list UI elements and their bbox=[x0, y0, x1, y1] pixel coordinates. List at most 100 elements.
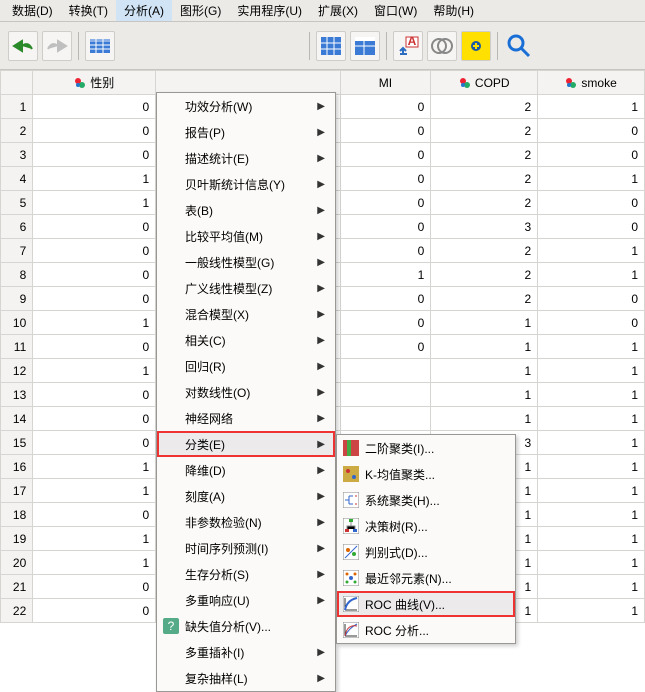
cell[interactable]: 1 bbox=[33, 527, 156, 551]
cell[interactable]: 0 bbox=[340, 95, 431, 119]
cell[interactable]: 3 bbox=[431, 215, 538, 239]
cell[interactable]: 1 bbox=[431, 311, 538, 335]
cell[interactable]: 0 bbox=[33, 239, 156, 263]
menu-item[interactable]: 表(B)▶ bbox=[157, 197, 335, 223]
cell[interactable]: 2 bbox=[431, 191, 538, 215]
cell[interactable]: 1 bbox=[33, 551, 156, 575]
row-header[interactable]: 8 bbox=[1, 263, 33, 287]
cell[interactable]: 1 bbox=[33, 191, 156, 215]
row-header[interactable]: 17 bbox=[1, 479, 33, 503]
menu-item[interactable]: 报告(P)▶ bbox=[157, 119, 335, 145]
row-header[interactable]: 2 bbox=[1, 119, 33, 143]
cell[interactable]: 2 bbox=[431, 287, 538, 311]
row-header[interactable]: 14 bbox=[1, 407, 33, 431]
cell[interactable]: 1 bbox=[33, 479, 156, 503]
row-header[interactable]: 21 bbox=[1, 575, 33, 599]
cell[interactable]: 0 bbox=[33, 503, 156, 527]
cell[interactable]: 0 bbox=[340, 239, 431, 263]
undo-button[interactable] bbox=[8, 31, 38, 61]
row-header[interactable]: 15 bbox=[1, 431, 33, 455]
menu-item[interactable]: 多重响应(U)▶ bbox=[157, 587, 335, 613]
cell[interactable]: 0 bbox=[538, 191, 645, 215]
cell[interactable]: 0 bbox=[33, 575, 156, 599]
cell[interactable]: 1 bbox=[538, 431, 645, 455]
cell[interactable]: 1 bbox=[538, 527, 645, 551]
cell[interactable]: 2 bbox=[431, 239, 538, 263]
menu-item[interactable]: ?缺失值分析(V)... bbox=[157, 613, 335, 639]
cell[interactable] bbox=[340, 383, 431, 407]
cell[interactable]: 0 bbox=[340, 191, 431, 215]
menu-utilities[interactable]: 实用程序(U) bbox=[229, 0, 310, 21]
cell[interactable]: 0 bbox=[538, 287, 645, 311]
menu-item[interactable]: 时间序列预测(I)▶ bbox=[157, 535, 335, 561]
menu-item[interactable]: 贝叶斯统计信息(Y)▶ bbox=[157, 171, 335, 197]
cell[interactable]: 0 bbox=[538, 143, 645, 167]
row-header[interactable]: 10 bbox=[1, 311, 33, 335]
cell[interactable]: 1 bbox=[431, 359, 538, 383]
col-header-smoke[interactable]: smoke bbox=[538, 71, 645, 95]
cell[interactable]: 0 bbox=[340, 167, 431, 191]
menu-item[interactable]: 相关(C)▶ bbox=[157, 327, 335, 353]
menu-window[interactable]: 窗口(W) bbox=[366, 0, 425, 21]
cell[interactable]: 1 bbox=[33, 455, 156, 479]
row-header[interactable]: 6 bbox=[1, 215, 33, 239]
search-button[interactable] bbox=[504, 31, 534, 61]
cell[interactable]: 0 bbox=[538, 215, 645, 239]
menu-analyze[interactable]: 分析(A) bbox=[116, 0, 172, 21]
cell[interactable]: 1 bbox=[538, 335, 645, 359]
cell[interactable]: 0 bbox=[340, 335, 431, 359]
cell[interactable]: 1 bbox=[538, 239, 645, 263]
menu-help[interactable]: 帮助(H) bbox=[425, 0, 482, 21]
cell[interactable] bbox=[340, 407, 431, 431]
cell[interactable]: 1 bbox=[33, 167, 156, 191]
row-header[interactable]: 16 bbox=[1, 455, 33, 479]
row-header[interactable]: 5 bbox=[1, 191, 33, 215]
row-header[interactable]: 13 bbox=[1, 383, 33, 407]
cell[interactable]: 2 bbox=[431, 119, 538, 143]
cell[interactable]: 0 bbox=[33, 95, 156, 119]
menu-item[interactable]: 回归(R)▶ bbox=[157, 353, 335, 379]
cell[interactable]: 1 bbox=[33, 359, 156, 383]
cell[interactable]: 1 bbox=[538, 503, 645, 527]
cell[interactable]: 2 bbox=[431, 263, 538, 287]
cell[interactable]: 0 bbox=[33, 383, 156, 407]
cell[interactable]: 1 bbox=[340, 263, 431, 287]
menu-item[interactable]: 非参数检验(N)▶ bbox=[157, 509, 335, 535]
cell[interactable]: 1 bbox=[538, 575, 645, 599]
grid1-button[interactable] bbox=[316, 31, 346, 61]
venn-button[interactable] bbox=[427, 31, 457, 61]
submenu-item[interactable]: 判别式(D)... bbox=[337, 539, 515, 565]
menu-item[interactable]: 多重插补(I)▶ bbox=[157, 639, 335, 665]
cell[interactable]: 1 bbox=[538, 95, 645, 119]
cell[interactable]: 1 bbox=[33, 311, 156, 335]
row-header[interactable]: 19 bbox=[1, 527, 33, 551]
menu-item[interactable]: 广义线性模型(Z)▶ bbox=[157, 275, 335, 301]
cell[interactable]: 1 bbox=[538, 479, 645, 503]
cell[interactable] bbox=[340, 359, 431, 383]
menu-extensions[interactable]: 扩展(X) bbox=[310, 0, 366, 21]
col-header-sex[interactable]: 性别 bbox=[33, 71, 156, 95]
cell[interactable]: 0 bbox=[33, 143, 156, 167]
cell[interactable]: 0 bbox=[340, 311, 431, 335]
cell[interactable]: 1 bbox=[431, 383, 538, 407]
menu-item[interactable]: 分类(E)▶ bbox=[157, 431, 335, 457]
row-header[interactable]: 11 bbox=[1, 335, 33, 359]
cell[interactable]: 0 bbox=[33, 287, 156, 311]
menu-item[interactable]: 混合模型(X)▶ bbox=[157, 301, 335, 327]
cell[interactable]: 2 bbox=[431, 167, 538, 191]
cell[interactable]: 0 bbox=[340, 119, 431, 143]
menu-transform[interactable]: 转换(T) bbox=[61, 0, 116, 21]
label-button[interactable]: A bbox=[393, 31, 423, 61]
cell[interactable]: 1 bbox=[431, 335, 538, 359]
cell[interactable]: 0 bbox=[340, 215, 431, 239]
cell[interactable]: 0 bbox=[340, 143, 431, 167]
menu-item[interactable]: 描述统计(E)▶ bbox=[157, 145, 335, 171]
submenu-item[interactable]: 决策树(R)... bbox=[337, 513, 515, 539]
row-header[interactable]: 12 bbox=[1, 359, 33, 383]
row-header[interactable]: 22 bbox=[1, 599, 33, 623]
menu-item[interactable]: 刻度(A)▶ bbox=[157, 483, 335, 509]
col-header-copd[interactable]: COPD bbox=[431, 71, 538, 95]
submenu-item[interactable]: 二阶聚类(I)... bbox=[337, 435, 515, 461]
row-header[interactable]: 1 bbox=[1, 95, 33, 119]
menu-item[interactable]: 降维(D)▶ bbox=[157, 457, 335, 483]
